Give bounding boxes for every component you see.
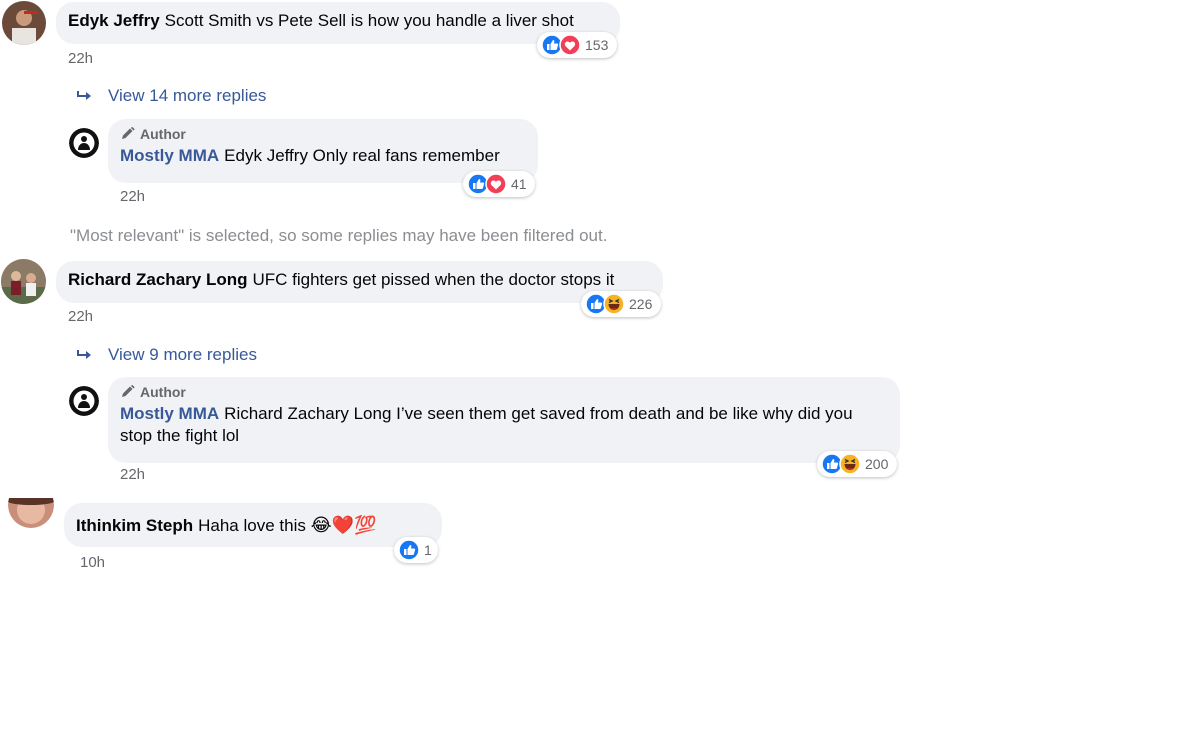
view-more-replies-link[interactable]: View 9 more replies bbox=[76, 345, 257, 365]
reply-arrow-icon bbox=[77, 91, 91, 100]
love-icon bbox=[485, 173, 507, 195]
heart-emoji: ❤️ bbox=[331, 515, 355, 535]
avatar[interactable] bbox=[1, 259, 46, 304]
reaction-count: 226 bbox=[629, 296, 653, 312]
avatar[interactable] bbox=[2, 1, 46, 45]
reaction-summary[interactable]: 41 bbox=[463, 171, 535, 197]
hundred-emoji: 💯 bbox=[354, 515, 377, 535]
reply-bubble: Author Mostly MMA Richard Zachary Long I’… bbox=[108, 377, 900, 463]
comment-text: Scott Smith vs Pete Sell is how you hand… bbox=[164, 11, 574, 30]
author-badge-label: Author bbox=[140, 384, 186, 400]
author-badge: Author bbox=[120, 125, 526, 143]
reaction-count: 200 bbox=[865, 456, 889, 472]
reply-text: Edyk Jeffry Only real fans remember bbox=[224, 146, 500, 165]
reply-author[interactable]: Mostly MMA bbox=[120, 146, 219, 165]
reply-timestamp[interactable]: 22h bbox=[120, 466, 145, 483]
author-badge-label: Author bbox=[140, 126, 186, 142]
reaction-count: 153 bbox=[585, 37, 609, 53]
comment-bubble: Edyk Jeffry Scott Smith vs Pete Sell is h… bbox=[56, 2, 620, 44]
haha-icon bbox=[603, 293, 625, 315]
comment-author[interactable]: Richard Zachary Long bbox=[68, 270, 247, 289]
comment-text: UFC fighters get pissed when the doctor … bbox=[252, 270, 615, 289]
avatar[interactable] bbox=[69, 386, 99, 416]
avatar[interactable] bbox=[8, 498, 54, 528]
reaction-count: 41 bbox=[511, 176, 527, 192]
laughing-emoji: 😂 bbox=[310, 515, 332, 535]
like-icon bbox=[398, 539, 420, 561]
view-more-replies-link[interactable]: View 14 more replies bbox=[76, 86, 266, 106]
comment-timestamp[interactable]: 10h bbox=[80, 554, 105, 571]
avatar[interactable] bbox=[69, 128, 99, 158]
comment-bubble: Richard Zachary Long UFC fighters get pis… bbox=[56, 261, 663, 303]
view-more-label: View 9 more replies bbox=[108, 345, 257, 364]
view-more-label: View 14 more replies bbox=[108, 86, 267, 105]
reply-timestamp[interactable]: 22h bbox=[120, 188, 145, 205]
reply-author[interactable]: Mostly MMA bbox=[120, 404, 219, 423]
haha-icon bbox=[839, 453, 861, 475]
love-icon bbox=[559, 34, 581, 56]
reaction-summary[interactable]: 200 bbox=[817, 451, 897, 477]
comment-timestamp[interactable]: 22h bbox=[68, 50, 93, 67]
comment-author[interactable]: Ithinkim Steph bbox=[76, 516, 193, 535]
comment-bubble: Ithinkim Steph Haha love this 😂❤️💯 bbox=[64, 503, 442, 547]
comment-text: Haha love this bbox=[198, 516, 306, 535]
reaction-count: 1 bbox=[424, 542, 432, 558]
author-badge: Author bbox=[120, 383, 888, 401]
reaction-summary[interactable]: 153 bbox=[537, 32, 617, 58]
pencil-icon bbox=[122, 385, 135, 397]
reply-arrow-icon bbox=[77, 350, 91, 359]
reaction-summary[interactable]: 1 bbox=[394, 537, 438, 563]
filter-notice: "Most relevant" is selected, so some rep… bbox=[70, 226, 608, 245]
reaction-summary[interactable]: 226 bbox=[581, 291, 661, 317]
pencil-icon bbox=[122, 127, 135, 139]
reply-text: Richard Zachary Long I’ve seen them get … bbox=[120, 404, 853, 445]
comment-author[interactable]: Edyk Jeffry bbox=[68, 11, 160, 30]
comment-timestamp[interactable]: 22h bbox=[68, 308, 93, 325]
